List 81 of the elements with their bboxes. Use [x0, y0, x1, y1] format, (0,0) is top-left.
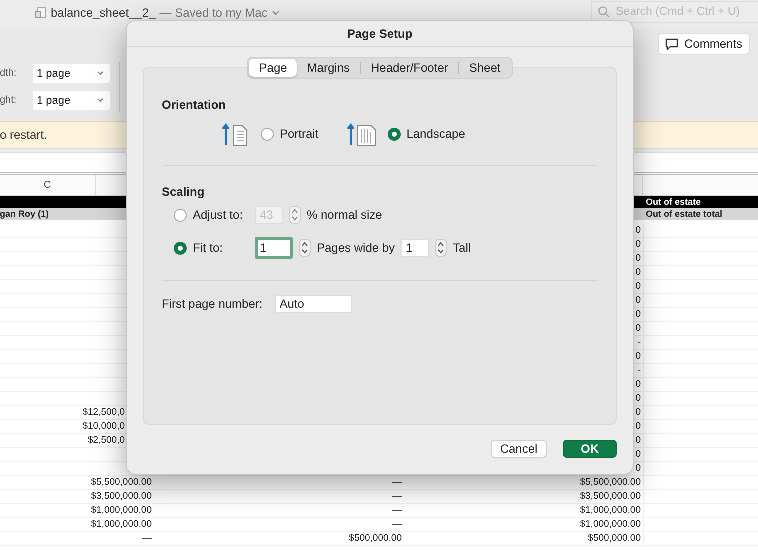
stepper[interactable] [289, 206, 301, 224]
table-cell: 0 [636, 281, 641, 292]
radio-button[interactable] [388, 128, 401, 140]
pages-wide-field[interactable]: 1 [255, 237, 293, 259]
table-cell: 0 [636, 267, 641, 278]
document-icon [35, 6, 47, 18]
table-cell: $500,000.00 [588, 533, 641, 544]
table-cell: $1,000,000.00 [91, 519, 152, 530]
table-cell: $500,000.00 [349, 533, 402, 544]
table-cell: 0 [636, 225, 641, 236]
tab[interactable]: Sheet [459, 59, 511, 77]
table-cell: $12,500,0 [82, 407, 125, 418]
table-cell: 0 [636, 323, 641, 334]
table-cell: 0 [636, 393, 641, 404]
table-cell-text: Out of estate total [646, 208, 724, 220]
table-cell: 0 [636, 463, 641, 474]
section-heading: Scaling [162, 185, 206, 199]
radio-label: Landscape [406, 127, 466, 141]
ok-button[interactable]: OK [563, 440, 617, 458]
table-cell: $3,500,000.00 [91, 491, 152, 502]
field-label: dth: [0, 68, 18, 79]
table-cell: gan Roy (1) [0, 208, 50, 220]
section-heading: Orientation [162, 98, 228, 112]
table-cell: $2,500,0 [88, 435, 125, 446]
table-cell: — [142, 533, 152, 544]
table-cell: $5,500,000.00 [580, 477, 641, 488]
field-label: Tall [453, 241, 472, 255]
table-cell: — [392, 519, 402, 530]
field-label: First page number: [162, 297, 263, 311]
table-cell: 0 [636, 253, 641, 264]
cancel-button[interactable]: Cancel [491, 440, 547, 458]
tab[interactable]: Header/Footer [360, 59, 458, 77]
field-label: ght: [0, 95, 18, 106]
pages-tall-field[interactable]: 1 [401, 239, 430, 257]
table-cell: $1,000,000.00 [580, 519, 641, 530]
field-suffix: % normal size [307, 208, 382, 222]
table-cell: - [638, 365, 641, 376]
table-cell: — [392, 491, 402, 502]
chevron-down-icon[interactable] [272, 10, 280, 16]
table-cell: 0 [636, 449, 641, 460]
table-cell: - [638, 337, 641, 348]
table-cell: 0 [636, 351, 641, 362]
tab[interactable]: Page [249, 59, 298, 77]
chevron-down-icon [97, 71, 104, 76]
page-dropdown[interactable]: 1 page [33, 91, 110, 110]
comments-button[interactable]: Comments [658, 33, 750, 55]
table-cell: 0 [636, 379, 641, 390]
landscape-orientation-icon [346, 122, 379, 146]
table-cell: 0 [636, 239, 641, 250]
speech-bubble-icon [665, 38, 680, 50]
table-cell: 0 [636, 309, 641, 320]
page-dropdown[interactable]: 1 page [33, 64, 110, 83]
stepper[interactable] [435, 239, 448, 257]
table-cell-text: Out of estate [646, 196, 702, 208]
radio-label: Portrait [280, 127, 319, 141]
dialog-title: Page Setup [347, 26, 413, 40]
table-cell: — [392, 505, 402, 516]
table-cell: 0 [636, 407, 641, 418]
table-cell: $1,000,000.00 [91, 505, 152, 516]
column-header[interactable]: C [0, 175, 96, 195]
table-cell: $3,500,000.00 [580, 491, 641, 502]
radio-label: Fit to: [193, 241, 224, 255]
radio-label: Adjust to: [193, 208, 244, 222]
radio-button[interactable] [174, 242, 187, 254]
table-cell: $5,500,000.00 [91, 477, 152, 488]
table-cell: 0 [636, 435, 641, 446]
table-cell: 0 [636, 295, 641, 306]
first-page-number-field[interactable]: Auto [274, 295, 352, 313]
radio-button[interactable] [261, 128, 274, 140]
field-label: Pages wide by [317, 241, 396, 255]
stepper[interactable] [299, 239, 311, 257]
chevron-down-icon [97, 98, 104, 103]
search-icon [598, 6, 610, 18]
table-cell: $1,000,000.00 [580, 505, 641, 516]
table-cell: $10,000,0 [82, 421, 125, 432]
save-status[interactable]: — Saved to my Mac [160, 6, 268, 20]
table-cell: 0 [636, 421, 641, 432]
banner-text: o restart. [0, 128, 48, 142]
tab[interactable]: Margins [297, 59, 360, 77]
window-title: balance_sheet__2_ [51, 6, 156, 20]
table-cell: — [392, 477, 402, 488]
